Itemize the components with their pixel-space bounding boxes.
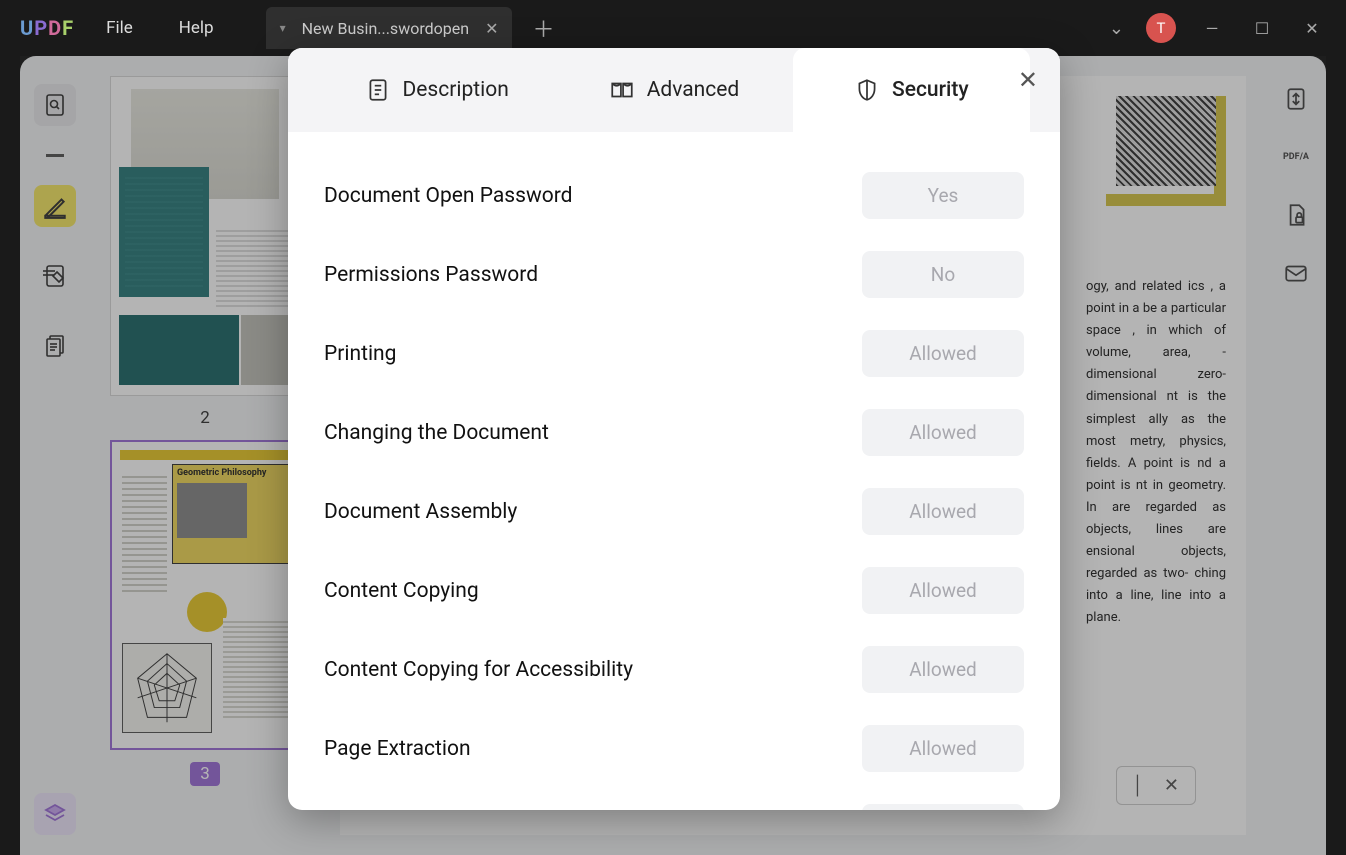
security-value: No (862, 251, 1024, 298)
security-panel: Document Open Password Yes Permissions Pa… (310, 146, 1038, 810)
modal-close-button[interactable]: ✕ (1018, 66, 1038, 94)
tab-advanced-label: Advanced (647, 78, 740, 102)
tab-description-label: Description (403, 78, 509, 102)
security-row: CommentingAllowed (324, 788, 1024, 810)
security-label: Document Open Password (324, 184, 573, 208)
tab-area: ▾ New Busin...swordopen ✕ ＋ (266, 7, 1091, 49)
security-row: Content Copying Allowed (324, 551, 1024, 630)
shield-icon (854, 77, 880, 103)
security-label: Content Copying (324, 579, 479, 603)
security-row: Document Assembly Allowed (324, 472, 1024, 551)
security-row: Printing Allowed (324, 314, 1024, 393)
modal-body: Document Open Password Yes Permissions Pa… (288, 132, 1060, 810)
advanced-icon (609, 77, 635, 103)
document-tab[interactable]: ▾ New Busin...swordopen ✕ (266, 7, 513, 49)
properties-modal: Description Advanced Security ✕ Document… (288, 48, 1060, 810)
security-value: Yes (862, 172, 1024, 219)
security-value: Allowed (862, 646, 1024, 693)
security-value: Allowed (862, 409, 1024, 456)
menu-file[interactable]: File (92, 18, 147, 38)
modal-tabs: Description Advanced Security ✕ (288, 48, 1060, 132)
collapse-caret-icon[interactable]: ⌄ (1109, 18, 1124, 39)
security-value: Allowed (862, 330, 1024, 377)
security-row: Permissions Password No (324, 235, 1024, 314)
window-maximize-icon[interactable]: ☐ (1248, 19, 1276, 38)
security-label: Document Assembly (324, 500, 517, 524)
app-logo: UPDF (20, 16, 74, 40)
menu-help[interactable]: Help (165, 18, 228, 38)
security-value: Allowed (862, 567, 1024, 614)
security-value: Allowed (862, 725, 1024, 772)
new-tab-button[interactable]: ＋ (532, 12, 554, 44)
security-label: Content Copying for Accessibility (324, 658, 633, 682)
security-row: Document Open Password Yes (324, 156, 1024, 235)
tab-title: New Busin...swordopen (302, 19, 469, 38)
window-close-icon[interactable]: ✕ (1298, 19, 1326, 38)
security-row: Content Copying for Accessibility Allowed (324, 630, 1024, 709)
tab-security[interactable]: Security (793, 48, 1030, 132)
security-row: Page Extraction Allowed (324, 709, 1024, 788)
user-avatar[interactable]: T (1146, 13, 1176, 43)
tab-advanced[interactable]: Advanced (555, 48, 792, 132)
security-label: Page Extraction (324, 737, 471, 761)
tab-description[interactable]: Description (318, 48, 555, 132)
security-label: Permissions Password (324, 263, 538, 287)
security-label: Changing the Document (324, 421, 549, 445)
window-minimize-icon[interactable]: — (1198, 19, 1226, 38)
tab-security-label: Security (892, 78, 969, 102)
security-row: Changing the Document Allowed (324, 393, 1024, 472)
security-value: Allowed (862, 804, 1024, 810)
title-right: ⌄ T — ☐ ✕ (1109, 13, 1326, 43)
security-label: Printing (324, 342, 396, 366)
description-icon (365, 77, 391, 103)
security-value: Allowed (862, 488, 1024, 535)
tab-close-icon[interactable]: ✕ (485, 19, 498, 38)
tab-dropdown-icon[interactable]: ▾ (280, 21, 286, 35)
